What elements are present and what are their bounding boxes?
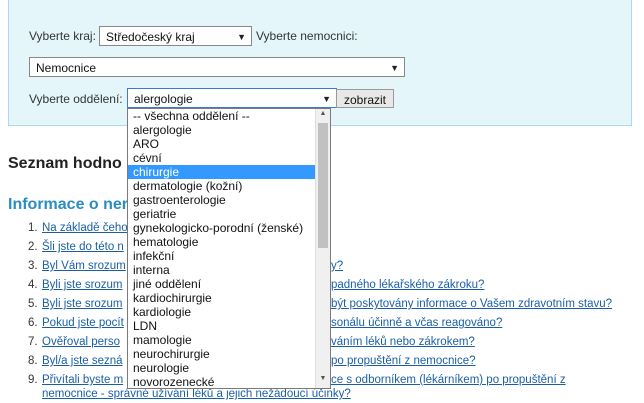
department-label: Vyberte oddělení: (29, 92, 123, 106)
question-link[interactable]: Byli jste srozum (42, 298, 123, 310)
question-tail: být poskytovány informace o Vašem zdravo… (331, 298, 613, 310)
department-select[interactable]: alergologie ▼ (127, 88, 337, 108)
region-label: Vyberte kraj: (29, 29, 96, 43)
dropdown-option[interactable]: neurochirurgie (128, 347, 330, 361)
question-link[interactable]: Byl/a jste sezná (42, 355, 123, 367)
region-select-value: Středočeský kraj (106, 30, 195, 44)
scroll-down-icon[interactable]: ▼ (316, 375, 330, 387)
question-link[interactable]: Byl Vám srozum (42, 260, 126, 272)
hospital-select[interactable]: Nemocnice ▼ (29, 57, 405, 77)
list-item: 7. Ověřoval perso (28, 336, 120, 348)
chevron-down-icon[interactable]: ▼ (390, 63, 399, 73)
dropdown-option[interactable]: novorozenecké (128, 375, 330, 388)
department-dropdown-list[interactable]: -- všechna oddělení -- alergologie ARO cévn… (127, 108, 331, 389)
show-button[interactable]: zobrazit (336, 89, 394, 108)
question-link[interactable]: Ověřoval perso (42, 336, 120, 348)
scrollbar-thumb[interactable] (318, 123, 328, 248)
chevron-down-icon: ▼ (237, 32, 246, 42)
question-link[interactable]: Přivítali byste m (42, 374, 123, 386)
question-link[interactable]: nemocnice - správné užívání léků a jejic… (42, 388, 351, 400)
dropdown-option[interactable]: gynekologicko-porodní (ženské) (128, 221, 330, 235)
dropdown-option[interactable]: alergologie (128, 123, 330, 137)
list-item: 8. Byl/a jste sezná (28, 355, 123, 367)
list-item: 5. Byli jste srozum (28, 298, 123, 310)
list-item: 9. Přivítali byste m (28, 374, 124, 386)
hospital-label: Vyberte nemocnici: (256, 29, 358, 43)
dropdown-option[interactable]: mamologie (128, 333, 330, 347)
question-tail: sonálu účinně a včas reagováno? (331, 317, 503, 329)
dropdown-option[interactable]: kardiologie (128, 305, 330, 319)
hospital-select-value: Nemocnice (36, 61, 97, 75)
list-item: 1. Na základě čeho (28, 222, 128, 234)
region-select[interactable]: Středočeský kraj ▼ (99, 26, 252, 46)
question-tail: po propuštění z nemocnice? (331, 355, 476, 367)
dropdown-option[interactable]: chirurgie (128, 165, 330, 179)
dropdown-option[interactable]: -- všechna oddělení -- (128, 109, 330, 123)
question-tail: padného lékařského zákroku? (331, 279, 485, 291)
dropdown-option[interactable]: hematologie (128, 235, 330, 249)
dropdown-option[interactable]: infekční (128, 249, 330, 263)
question-tail: váním léků nebo zákrokem? (331, 336, 475, 348)
list-item: 6. Pokud jste pocít (28, 317, 124, 329)
question-link[interactable]: Byli jste srozum (42, 279, 123, 291)
chevron-down-icon: ▼ (322, 94, 331, 104)
dropdown-option[interactable]: cévní (128, 151, 330, 165)
scroll-up-icon[interactable]: ▲ (316, 110, 330, 122)
info-title: Informace o ner (8, 196, 129, 213)
dropdown-option[interactable]: kardiochirurgie (128, 291, 330, 305)
department-select-value: alergologie (134, 92, 193, 106)
section-title: Seznam hodno (8, 155, 122, 172)
dropdown-scrollbar[interactable]: ▲ ▼ (315, 109, 330, 388)
list-item: 2. Šli jste do této n (28, 241, 124, 253)
list-item: 3. Byl Vám srozum (28, 260, 126, 272)
question-tail: y? (331, 260, 344, 272)
question-tail: ce s odborníkem (lékárníkem) po propuště… (331, 374, 566, 386)
dropdown-option[interactable]: jiné oddělení (128, 277, 330, 291)
question-link[interactable]: Pokud jste pocít (42, 317, 124, 329)
dropdown-option[interactable]: gastroenterologie (128, 193, 330, 207)
dropdown-option[interactable]: geriatrie (128, 207, 330, 221)
question-link[interactable]: Na základě čeho (42, 222, 128, 234)
dropdown-option[interactable]: neurologie (128, 361, 330, 375)
question-link[interactable]: Šli jste do této n (42, 241, 124, 253)
dropdown-option[interactable]: interna (128, 263, 330, 277)
list-item-continuation: nemocnice - správné užívání léků a jejic… (42, 387, 351, 401)
dropdown-option[interactable]: LDN (128, 319, 330, 333)
dropdown-option[interactable]: ARO (128, 137, 330, 151)
dropdown-option[interactable]: dermatologie (kožní) (128, 179, 330, 193)
list-item: 4. Byli jste srozum (28, 279, 123, 291)
